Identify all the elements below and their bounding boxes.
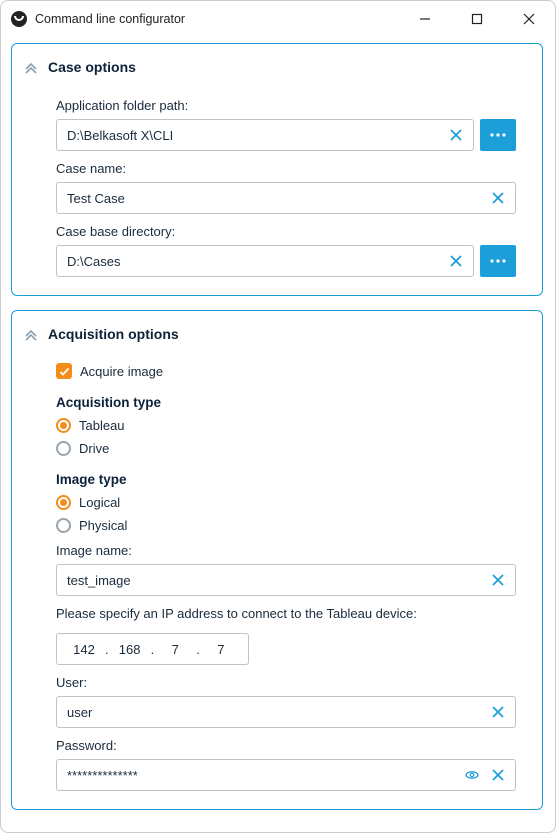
radio-tableau[interactable]: Tableau — [56, 418, 516, 433]
acquisition-header[interactable]: Acquisition options — [12, 311, 542, 355]
ip-octet-4[interactable] — [204, 641, 238, 658]
clear-icon[interactable] — [487, 569, 509, 591]
case-base-dir-label: Case base directory: — [56, 224, 516, 239]
ip-field: Please specify an IP address to connect … — [56, 606, 516, 665]
acquire-image-label: Acquire image — [80, 364, 163, 379]
dot-icon: . — [105, 642, 109, 657]
scroll-content[interactable]: Case options Application folder path: — [11, 43, 545, 824]
case-options-header[interactable]: Case options — [12, 44, 542, 88]
case-options-body: Application folder path: — [12, 98, 542, 295]
radio-label: Tableau — [79, 418, 125, 433]
reveal-password-icon[interactable] — [461, 764, 483, 786]
radio-label: Logical — [79, 495, 120, 510]
radio-drive[interactable]: Drive — [56, 441, 516, 456]
password-label: Password: — [56, 738, 516, 753]
minimize-button[interactable] — [403, 3, 447, 35]
dot-icon: . — [151, 642, 155, 657]
radio-logical[interactable]: Logical — [56, 495, 516, 510]
case-name-label: Case name: — [56, 161, 516, 176]
password-field: Password: — [56, 738, 516, 791]
user-field: User: — [56, 675, 516, 728]
clear-icon[interactable] — [487, 187, 509, 209]
case-name-input[interactable] — [65, 190, 483, 207]
user-label: User: — [56, 675, 516, 690]
clear-icon[interactable] — [487, 701, 509, 723]
case-name-input-wrap — [56, 182, 516, 214]
titlebar: Command line configurator — [1, 1, 555, 37]
radio-unchecked-icon — [56, 518, 71, 533]
radio-checked-icon — [56, 495, 71, 510]
case-base-dir-input-wrap — [56, 245, 474, 277]
app-folder-input-wrap — [56, 119, 474, 151]
ip-octet-1[interactable] — [67, 641, 101, 658]
image-name-input-wrap — [56, 564, 516, 596]
app-folder-field: Application folder path: — [56, 98, 516, 151]
radio-physical[interactable]: Physical — [56, 518, 516, 533]
ip-input: . . . — [56, 633, 249, 665]
section-title: Acquisition options — [48, 326, 179, 342]
maximize-button[interactable] — [455, 3, 499, 35]
acquisition-body: Acquire image Acquisition type Tableau D… — [12, 363, 542, 809]
browse-button[interactable] — [480, 119, 516, 151]
checkbox-checked-icon — [56, 363, 72, 379]
password-input[interactable] — [65, 767, 457, 784]
radio-unchecked-icon — [56, 441, 71, 456]
acquisition-type-heading: Acquisition type — [56, 395, 516, 410]
app-icon — [11, 11, 27, 27]
clear-icon[interactable] — [487, 764, 509, 786]
acquire-image-row[interactable]: Acquire image — [56, 363, 516, 379]
collapse-icon — [20, 56, 42, 78]
app-folder-label: Application folder path: — [56, 98, 516, 113]
dot-icon: . — [196, 642, 200, 657]
user-input-wrap — [56, 696, 516, 728]
case-options-section: Case options Application folder path: — [11, 43, 543, 296]
ip-octet-3[interactable] — [158, 641, 192, 658]
content-area: Case options Application folder path: — [1, 37, 555, 832]
radio-checked-icon — [56, 418, 71, 433]
image-type-heading: Image type — [56, 472, 516, 487]
section-title: Case options — [48, 59, 136, 75]
clear-icon[interactable] — [445, 124, 467, 146]
ip-octet-2[interactable] — [113, 641, 147, 658]
user-input[interactable] — [65, 704, 483, 721]
case-base-dir-field: Case base directory: — [56, 224, 516, 277]
image-name-field: Image name: — [56, 543, 516, 596]
clear-icon[interactable] — [445, 250, 467, 272]
ip-label: Please specify an IP address to connect … — [56, 606, 516, 621]
acquisition-section: Acquisition options Acquire image Acquis… — [11, 310, 543, 810]
close-button[interactable] — [507, 3, 551, 35]
radio-label: Drive — [79, 441, 109, 456]
collapse-icon — [20, 323, 42, 345]
radio-label: Physical — [79, 518, 127, 533]
app-folder-input[interactable] — [65, 127, 441, 144]
case-base-dir-input[interactable] — [65, 253, 441, 270]
password-input-wrap — [56, 759, 516, 791]
browse-button[interactable] — [480, 245, 516, 277]
case-name-field: Case name: — [56, 161, 516, 214]
image-name-input[interactable] — [65, 572, 483, 589]
image-name-label: Image name: — [56, 543, 516, 558]
window-title: Command line configurator — [35, 12, 395, 26]
